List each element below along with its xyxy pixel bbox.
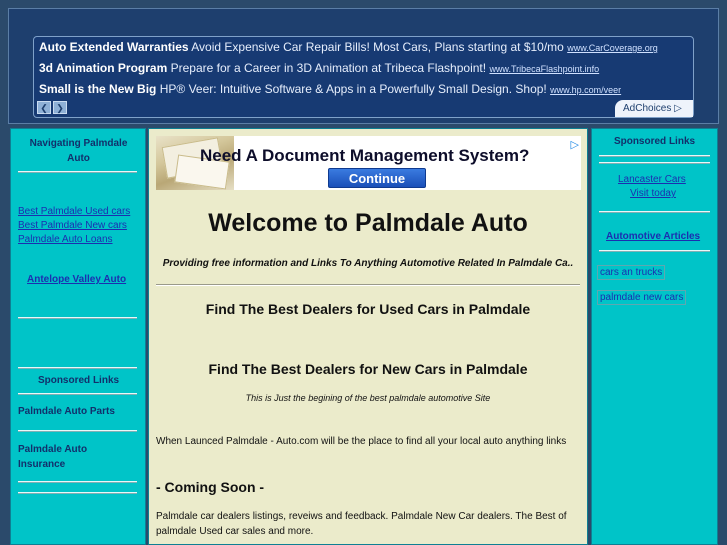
divider [18,171,137,173]
ad-line[interactable]: 3d Animation Program Prepare for a Caree… [39,61,599,75]
used-cars-heading: Find The Best Dealers for Used Cars in P… [205,301,531,317]
right-sponsored-heading: Sponsored Links [613,136,696,147]
link-automotive-articles[interactable]: Automotive Articles [606,231,700,242]
link-auto-loans[interactable]: Palmdale Auto Loans [18,234,113,245]
text-ad-unit: Auto Extended Warranties Avoid Expensive… [33,36,694,118]
continue-button[interactable]: Continue [328,168,426,188]
prev-arrow-icon[interactable]: ❮ [37,101,51,114]
link-antelope-valley[interactable]: Antelope Valley Auto [27,274,126,285]
divider [599,155,710,157]
ad-url[interactable]: www.CarCoverage.org [567,43,658,53]
ad-title[interactable]: Auto Extended Warranties [39,40,189,54]
banner-ad[interactable]: Need A Document Management System? Conti… [156,136,581,190]
divider [156,284,580,286]
link-used-cars[interactable]: Best Palmdale Used cars [18,206,130,217]
main-content: Need A Document Management System? Conti… [148,128,588,545]
next-arrow-icon[interactable]: ❯ [53,101,67,114]
link-auto-parts[interactable]: Palmdale Auto Parts [18,406,115,417]
ad-choices-icon[interactable]: ▷ [571,138,579,151]
left-sidebar: Navigating Palmdale Auto Best Palmdale U… [10,128,146,545]
divider [599,162,710,164]
divider [18,481,137,483]
ad-line[interactable]: Small is the New Big HP® Veer: Intuitive… [39,82,621,96]
launch-paragraph: When Launced Palmdale - Auto.com will be… [156,436,567,447]
divider [599,211,710,213]
divider [18,492,137,494]
ad-title[interactable]: 3d Animation Program [39,61,167,75]
divider [18,393,137,395]
ad-url[interactable]: www.TribecaFlashpoint.info [489,64,599,74]
ad-text: HP® Veer: Intuitive Software & Apps in a… [159,82,547,96]
ad-title[interactable]: Small is the New Big [39,82,156,96]
divider [599,250,710,252]
left-sidebar-heading: Navigating Palmdale Auto [29,138,128,164]
link-lancaster-cars[interactable]: Lancaster Cars [618,174,686,185]
coming-soon-heading: - Coming Soon - [156,479,265,495]
right-sidebar: Sponsored Links Lancaster Cars Visit tod… [591,128,718,545]
link-visit-today[interactable]: Visit today [630,188,676,199]
banner-title: Need A Document Management System? [200,146,530,165]
link-new-cars[interactable]: Best Palmdale New cars [18,220,127,231]
link-palmdale-new-cars[interactable]: palmdale new cars [597,290,687,305]
listings-paragraph: Palmdale car dealers listings, reveiws a… [156,511,567,537]
new-cars-heading: Find The Best Dealers for New Cars in Pa… [208,361,528,377]
divider [18,430,137,432]
site-note: This is Just the begining of the best pa… [245,393,491,403]
divider [18,367,137,369]
adchoices-button[interactable]: AdChoices ▷ [615,100,693,117]
page-title: Welcome to Palmdale Auto [208,209,528,237]
ad-line[interactable]: Auto Extended Warranties Avoid Expensive… [39,40,658,54]
link-cars-an-trucks[interactable]: cars an trucks [597,265,666,280]
ad-url[interactable]: www.hp.com/veer [550,85,621,95]
tagline: Providing free information and Links To … [162,258,574,269]
ad-text: Avoid Expensive Car Repair Bills! Most C… [191,40,564,54]
ad-text: Prepare for a Career in 3D Animation at … [170,61,487,75]
link-auto-insurance[interactable]: Palmdale Auto Insurance [18,442,118,472]
divider [18,317,137,319]
sponsored-links-heading: Sponsored Links [37,375,120,386]
